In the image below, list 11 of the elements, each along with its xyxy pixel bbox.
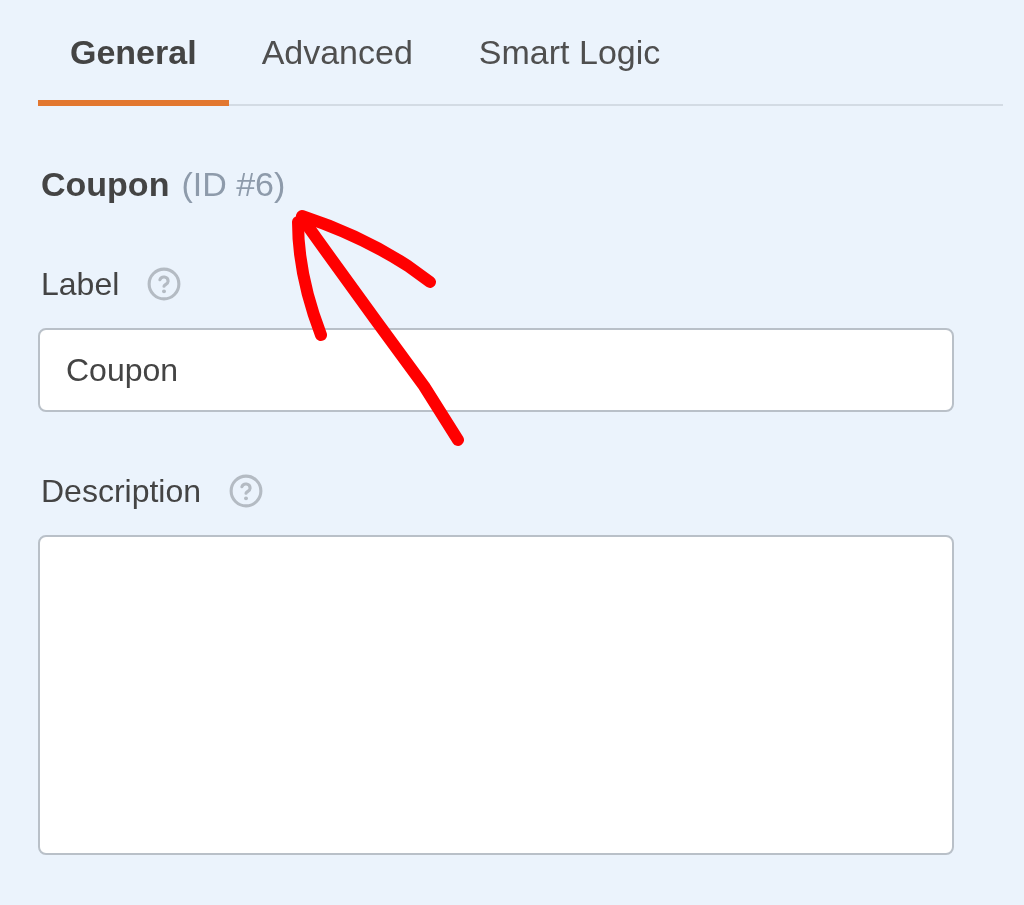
field-label: Description (41, 472, 202, 511)
text-area[interactable] (38, 535, 954, 855)
text-input[interactable]: Coupon (38, 328, 954, 412)
field-id: (ID #6) (181, 164, 286, 205)
tab[interactable]: Advanced (228, 22, 446, 106)
field-name: Coupon (41, 164, 170, 205)
help-icon[interactable] (229, 474, 264, 508)
tab[interactable]: Smart Logic (445, 22, 694, 106)
help-icon[interactable] (147, 267, 182, 301)
tab[interactable]: General (38, 22, 229, 106)
field-label: Label (41, 265, 120, 304)
